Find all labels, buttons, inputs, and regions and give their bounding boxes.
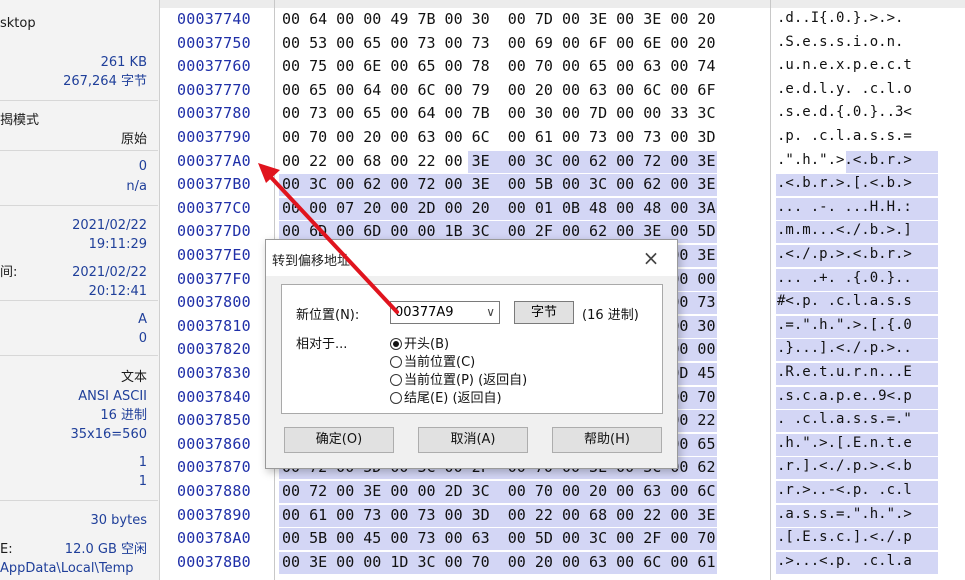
- arrow-head: [258, 163, 280, 183]
- annotation-arrow: [258, 163, 399, 314]
- arrow-shaft: [264, 170, 399, 314]
